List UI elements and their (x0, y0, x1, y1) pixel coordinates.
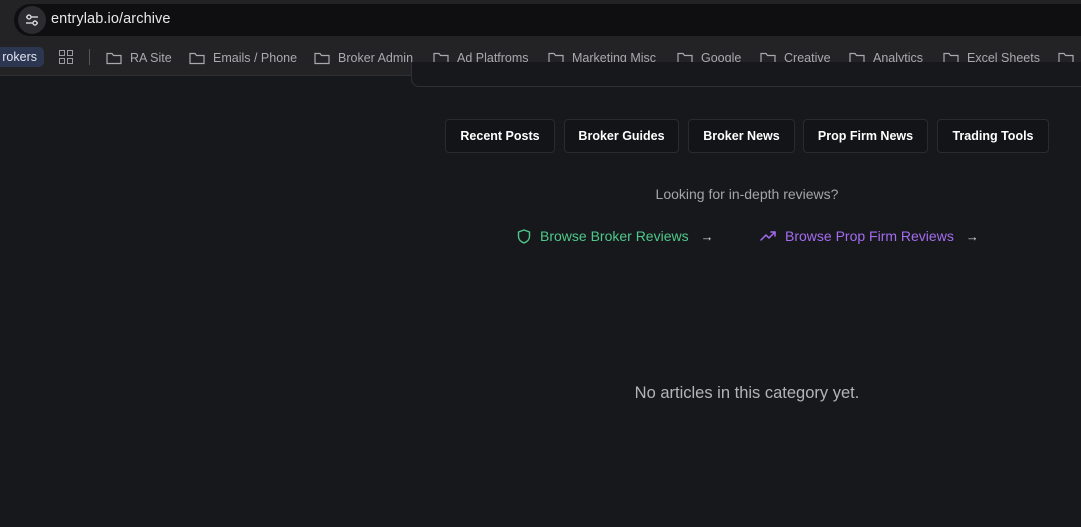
browse-broker-reviews-link[interactable]: Browse Broker Reviews → (517, 226, 714, 246)
prop-link-label: Browse Prop Firm Reviews (785, 228, 954, 244)
broker-link-label: Browse Broker Reviews (540, 228, 689, 244)
header-card-edge (411, 62, 1081, 87)
shield-icon (517, 228, 531, 244)
empty-state-message: No articles in this category yet. (634, 384, 860, 402)
arrow-right-icon: → (965, 228, 979, 244)
tab-recent-posts[interactable]: Recent Posts (445, 119, 555, 153)
bookmark-brokers[interactable]: rokers (0, 47, 44, 67)
site-settings-icon[interactable] (18, 6, 46, 34)
browse-prop-firm-reviews-link[interactable]: Browse Prop Firm Reviews → (760, 226, 979, 246)
bookmark-label: Emails / Phone (213, 51, 298, 65)
reviews-prompt: Looking for in-depth reviews? (655, 186, 839, 202)
trending-up-icon (760, 231, 776, 241)
tab-prop-firm-news[interactable]: Prop Firm News (803, 119, 928, 153)
bookmarks-divider (89, 49, 90, 65)
arrow-right-icon: → (700, 228, 714, 244)
bookmark-folder-emails-phone[interactable]: Emails / Phone (189, 49, 297, 67)
folder-icon (106, 52, 122, 64)
tab-broker-guides[interactable]: Broker Guides (564, 119, 679, 153)
folder-icon (189, 52, 205, 64)
bookmark-folder-ra-site[interactable]: RA Site (106, 49, 172, 67)
bookmark-label: RA Site (130, 51, 172, 65)
url-text[interactable]: entrylab.io/archive (51, 11, 171, 27)
tab-broker-news[interactable]: Broker News (688, 119, 795, 153)
apps-grid-icon[interactable] (59, 50, 73, 69)
bookmark-label: Broker Admin (338, 51, 414, 65)
folder-icon (314, 52, 330, 64)
bookmark-folder-broker-admin[interactable]: Broker Admin (314, 49, 413, 67)
tab-trading-tools[interactable]: Trading Tools (937, 119, 1049, 153)
url-field[interactable] (14, 4, 1081, 36)
